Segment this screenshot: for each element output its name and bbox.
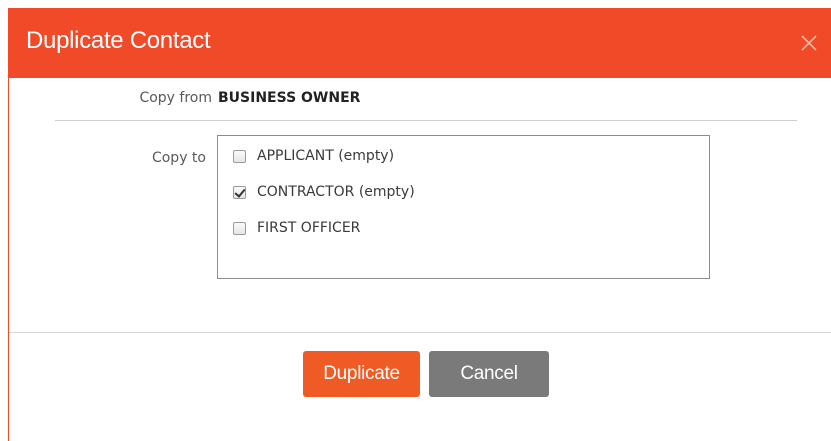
option-applicant[interactable]: APPLICANT (empty) <box>233 146 394 166</box>
copy-from-value: BUSINESS OWNER <box>218 90 361 106</box>
copy-from-label: Copy from <box>139 90 212 106</box>
option-label: CONTRACTOR (empty) <box>257 184 415 200</box>
copy-to-label: Copy to <box>151 150 206 166</box>
option-first-officer[interactable]: FIRST OFFICER <box>233 218 360 238</box>
applicant-checkbox[interactable] <box>233 149 246 163</box>
close-icon-glyph <box>801 35 817 51</box>
duplicate-button[interactable]: Duplicate <box>303 351 420 397</box>
dialog-title: Duplicate Contact <box>26 27 211 54</box>
option-label: APPLICANT (empty) <box>257 148 395 164</box>
option-contractor[interactable]: CONTRACTOR (empty) <box>233 182 415 202</box>
section-divider <box>55 120 797 121</box>
contractor-checkbox[interactable] <box>233 185 246 199</box>
option-label: FIRST OFFICER <box>257 220 361 236</box>
duplicate-contact-dialog: Duplicate Contact Copy from BUSINESS OWN… <box>8 8 831 441</box>
copy-to-listbox[interactable]: APPLICANT (empty) CONTRACTOR (empty) FIR… <box>217 135 710 279</box>
dialog-titlebar: Duplicate Contact <box>9 8 831 78</box>
first-officer-checkbox[interactable] <box>233 221 246 235</box>
footer-divider <box>9 332 831 333</box>
cancel-button[interactable]: Cancel <box>429 351 549 397</box>
copy-from-row: Copy from BUSINESS OWNER <box>9 88 831 110</box>
close-icon[interactable] <box>798 32 820 54</box>
